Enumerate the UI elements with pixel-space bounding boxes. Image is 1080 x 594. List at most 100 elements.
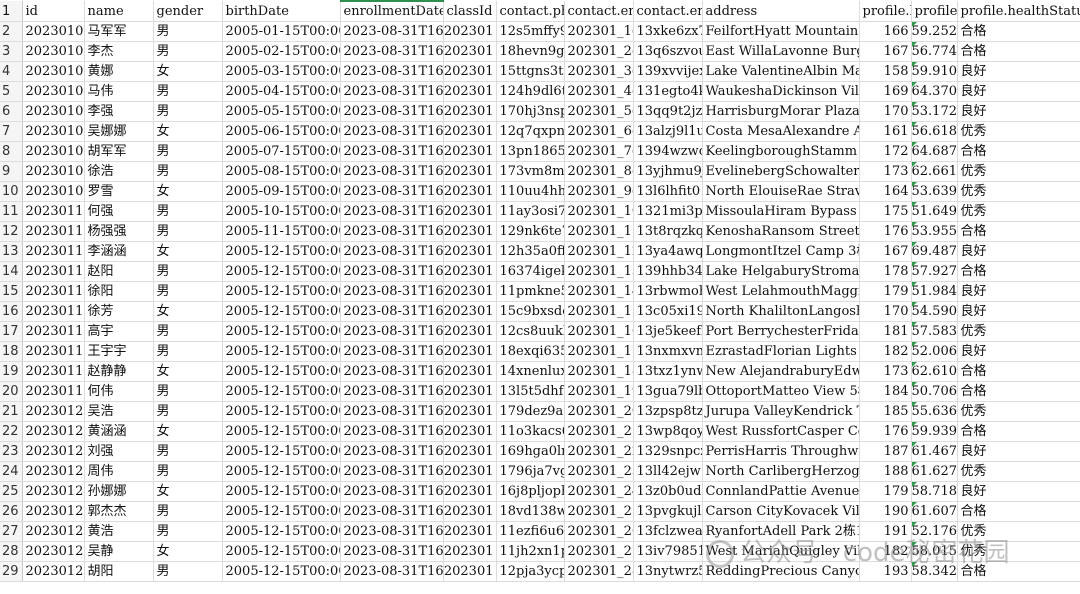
cell-classId[interactable]: 202301 [443,41,497,62]
cell-classId[interactable]: 202301 [443,301,497,322]
cell-classId[interactable]: 202301 [443,361,497,382]
cell-profile-v[interactable]: 53.63902 [911,181,958,202]
cell-contact-emo[interactable]: 202301_24@ [564,481,634,502]
cell-contact-pho[interactable]: 12pja3ycpy [496,561,565,582]
cell-profile-v[interactable]: 61.46736 [911,441,958,462]
cell-enrollmentDate[interactable]: 2023-08-31T16:00: [340,281,444,302]
cell-classId[interactable]: 202301 [443,321,497,342]
cell-id[interactable]: 20230111 [22,221,85,242]
cell-contact-emo[interactable]: 13zpsp8tzr [633,401,703,422]
cell-classId[interactable]: 202301 [443,81,497,102]
cell-name[interactable]: 赵静静 [84,361,154,382]
cell-profile-he[interactable]: 178 [859,261,912,282]
cell-birthDate[interactable]: 2005-07-15T00:00:00. [222,141,341,162]
cell-address[interactable]: RyanfortAdell Park 2栋10 [702,521,860,542]
cell-profile-healthStatus[interactable]: 合格 [957,41,1080,62]
cell-profile-v[interactable]: 58.34242 [911,561,958,582]
cell-contact-pho[interactable]: 16j8pljophi [496,481,565,502]
cell-address[interactable]: HarrisburgMorar Plaza 1 [702,101,860,122]
row-number[interactable]: 18 [0,341,23,362]
cell-birthDate[interactable]: 2005-05-15T00:00:00. [222,101,341,122]
cell-profile-he[interactable]: 182 [859,541,912,562]
cell-profile-he[interactable]: 166 [859,21,912,42]
cell-gender[interactable]: 男 [153,41,223,62]
cell-address[interactable]: WaukeshaDickinson Villag [702,81,860,102]
cell-contact-emo[interactable]: 202301_28@ [564,561,634,582]
cell-classId[interactable]: 202301 [443,241,497,262]
cell-id[interactable]: 20230128 [22,561,85,582]
cell-profile-healthStatus[interactable]: 良好 [957,81,1080,102]
cell-gender[interactable]: 男 [153,201,223,222]
cell-contact-emo[interactable]: 202301_25@ [564,501,634,522]
cell-enrollmentDate[interactable]: 2023-08-31T16:00: [340,41,444,62]
cell-classId[interactable]: 202301 [443,181,497,202]
cell-profile-healthStatus[interactable]: 良好 [957,441,1080,462]
cell-address[interactable]: East WillaLavonne Burg 3 [702,41,860,62]
cell-profile-healthStatus[interactable]: 优秀 [957,541,1080,562]
cell-profile-v[interactable]: 61.60758 [911,501,958,522]
cell-enrollmentDate[interactable]: 2023-08-31T16:00: [340,201,444,222]
cell-contact-pho[interactable]: 169hga0lrqi [496,441,565,462]
cell-address[interactable]: Carson CityKovacek Ville [702,501,860,522]
cell-enrollmentDate[interactable]: 2023-08-31T16:00: [340,101,444,122]
cell-classId[interactable]: 202301 [443,461,497,482]
cell-gender[interactable]: 男 [153,321,223,342]
cell-id[interactable]: 20230107 [22,141,85,162]
cell-profile-healthStatus[interactable]: 优秀 [957,401,1080,422]
row-number[interactable]: 27 [0,521,23,542]
cell-contact-pho[interactable]: 1796ja7vg0j [496,461,565,482]
cell-profile-healthStatus[interactable]: 合格 [957,361,1080,382]
cell-address[interactable]: MissoulaHiram Bypass 1 [702,201,860,222]
cell-profile-he[interactable]: 179 [859,281,912,302]
cell-id[interactable]: 20230104 [22,81,85,102]
cell-contact-pho[interactable]: 18hevn9gpp [496,41,565,62]
cell-enrollmentDate[interactable]: 2023-08-31T16:00: [340,361,444,382]
cell-gender[interactable]: 男 [153,101,223,122]
header-cell[interactable]: profile.v [911,1,958,22]
cell-contact-emo[interactable]: 202301_10@ [564,201,634,222]
cell-id[interactable]: 20230119 [22,381,85,402]
row-number[interactable]: 3 [0,41,23,62]
cell-contact-pho[interactable]: 12q7qxpnep [496,121,565,142]
cell-name[interactable]: 杨强强 [84,221,154,242]
cell-profile-he[interactable]: 170 [859,101,912,122]
cell-classId[interactable]: 202301 [443,341,497,362]
cell-profile-healthStatus[interactable]: 良好 [957,341,1080,362]
cell-enrollmentDate[interactable]: 2023-08-31T16:00: [340,421,444,442]
cell-profile-he[interactable]: 193 [859,561,912,582]
cell-profile-v[interactable]: 69.48745 [911,241,958,262]
cell-enrollmentDate[interactable]: 2023-08-31T16:00: [340,161,444,182]
cell-gender[interactable]: 女 [153,241,223,262]
cell-contact-emo[interactable]: 202301_22@ [564,441,634,462]
cell-birthDate[interactable]: 2005-10-15T00:00:00. [222,201,341,222]
cell-profile-v[interactable]: 51.64930 [911,201,958,222]
cell-classId[interactable]: 202301 [443,441,497,462]
cell-contact-emo[interactable]: 13gua79lb6 [633,381,703,402]
cell-profile-v[interactable]: 50.70674 [911,381,958,402]
cell-contact-emo[interactable]: 202301_6@ [564,121,634,142]
cell-contact-emo[interactable]: 202301_20@ [564,401,634,422]
cell-profile-healthStatus[interactable]: 良好 [957,281,1080,302]
cell-contact-emo[interactable]: 13fclzweai [633,521,703,542]
cell-birthDate[interactable]: 2005-11-15T00:00:00. [222,221,341,242]
cell-address[interactable]: Port BerrychesterFrida Pla [702,321,860,342]
cell-address[interactable]: West MariahQuigley Ville [702,541,860,562]
cell-name[interactable]: 徐阳 [84,281,154,302]
cell-contact-emo[interactable]: 202301_4@ [564,81,634,102]
cell-name[interactable]: 吴静 [84,541,154,562]
cell-address[interactable]: West RussfortCasper Cente [702,421,860,442]
cell-address[interactable]: Jurupa ValleyKendrick Tra [702,401,860,422]
cell-contact-emo[interactable]: 202301_8@ [564,161,634,182]
header-cell[interactable]: address [702,1,860,22]
row-number[interactable]: 8 [0,141,23,162]
cell-profile-healthStatus[interactable]: 合格 [957,141,1080,162]
cell-profile-he[interactable]: 190 [859,501,912,522]
cell-address[interactable]: EzrastadFlorian Lights 3 [702,341,860,362]
header-cell[interactable]: id [22,1,85,22]
cell-profile-v[interactable]: 54.59089 [911,301,958,322]
cell-name[interactable]: 高宇 [84,321,154,342]
row-number[interactable]: 26 [0,501,23,522]
cell-classId[interactable]: 202301 [443,501,497,522]
row-number[interactable]: 28 [0,541,23,562]
cell-address[interactable]: North KhaliltonLangosh [702,301,860,322]
